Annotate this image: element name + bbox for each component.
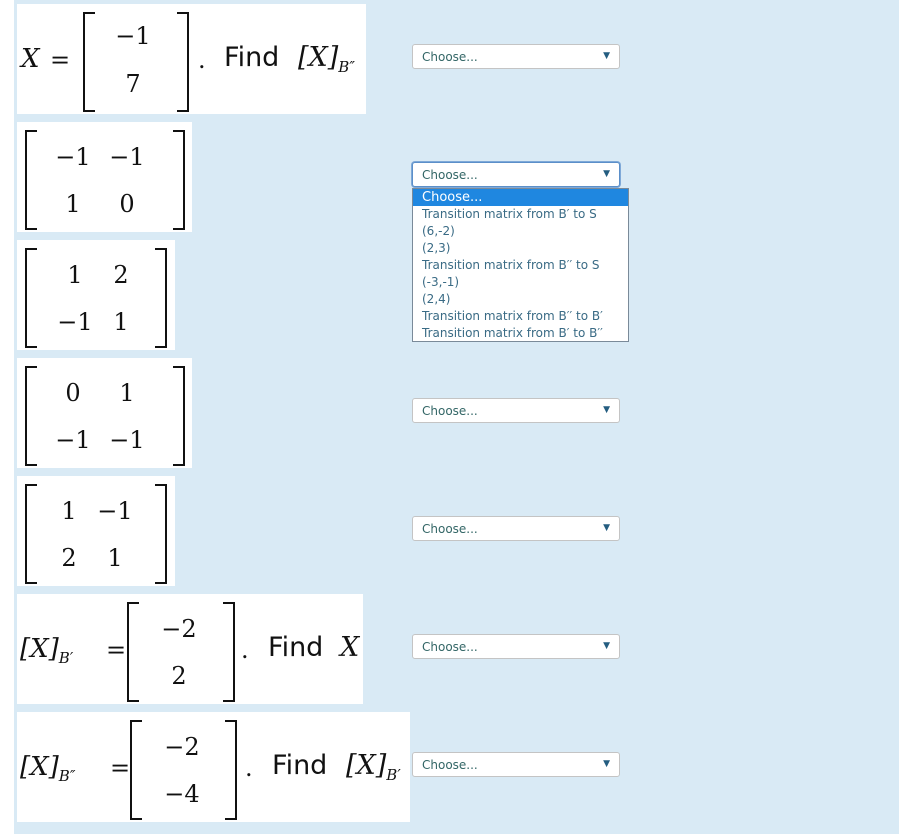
dropdown-option[interactable]: (2,3) [413, 240, 628, 257]
q4-select[interactable]: Choose... ▼ [412, 398, 620, 423]
question-1-image: X = −1 7 . Find [X]B″ [17, 4, 366, 114]
q4-left-bracket [25, 366, 37, 466]
q6-select[interactable]: Choose... ▼ [412, 634, 620, 659]
q5-cell-3: 1 [107, 544, 123, 572]
q4-cell-3: −1 [109, 426, 145, 454]
q7-find-label: Find [272, 750, 328, 781]
q2-right-bracket [173, 130, 185, 230]
q4-cell-2: −1 [55, 426, 91, 454]
q7-left-bracket [130, 720, 142, 820]
dropdown-option[interactable]: Transition matrix from B′′ to S [413, 257, 628, 274]
q4-cell-1: 1 [119, 379, 135, 407]
q6-left-bracket [127, 602, 139, 702]
q4-cell-0: 0 [65, 379, 81, 407]
caret-down-icon: ▼ [603, 641, 610, 651]
q6-cell-1: 2 [171, 662, 187, 690]
q5-right-bracket [155, 484, 167, 584]
q1-period: . [198, 46, 206, 74]
q3-cell-3: 1 [113, 308, 129, 336]
q2-cell-1: −1 [109, 143, 145, 171]
q1-cell-1: 7 [125, 70, 141, 98]
dropdown-option[interactable]: (6,-2) [413, 223, 628, 240]
q2-cell-3: 0 [119, 190, 135, 218]
q7-find-target: [X]B′ [346, 750, 401, 784]
dropdown-option[interactable]: Transition matrix from B′ to S [413, 206, 628, 223]
caret-down-icon: ▼ [603, 405, 610, 415]
question-7-image: [X]B″ = −2 −4 . Find [X]B′ [17, 712, 410, 822]
q2-select[interactable]: Choose... ▼ [412, 162, 620, 187]
question-5-image: 1 −1 2 1 [17, 476, 175, 586]
q6-find-target: X [340, 632, 360, 663]
q7-lhs: [X]B″ [20, 752, 76, 785]
q1-cell-0: −1 [115, 22, 151, 50]
q7-cell-1: −4 [164, 780, 200, 808]
q6-equals: = [106, 636, 127, 664]
q5-left-bracket [25, 484, 37, 584]
q7-equals: = [110, 754, 131, 782]
q6-right-bracket [223, 602, 235, 702]
q1-find-target: [X]B″ [298, 42, 355, 76]
caret-down-icon: ▼ [603, 759, 610, 769]
q5-cell-0: 1 [61, 497, 77, 525]
q5-cell-1: −1 [97, 497, 133, 525]
dropdown-option[interactable]: Transition matrix from B′′ to B′ [413, 308, 628, 325]
dropdown-option[interactable]: (-3,-1) [413, 274, 628, 291]
q1-left-bracket [83, 12, 95, 112]
question-4-image: 0 1 −1 −1 [17, 358, 192, 468]
question-2-image: −1 −1 1 0 [17, 122, 192, 232]
q2-left-bracket [25, 130, 37, 230]
q6-period: . [241, 636, 249, 664]
q1-lhs: X [21, 44, 40, 74]
q3-right-bracket [155, 248, 167, 348]
q1-right-bracket [177, 12, 189, 112]
q1-find-label: Find [224, 42, 280, 73]
question-3-image: 1 2 −1 1 [17, 240, 175, 350]
question-6-image: [X]B′ = −2 2 . Find X [17, 594, 363, 704]
q2-cell-2: 1 [65, 190, 81, 218]
caret-down-icon: ▼ [603, 169, 610, 179]
caret-down-icon: ▼ [603, 523, 610, 533]
q7-right-bracket [225, 720, 237, 820]
q4-right-bracket [173, 366, 185, 466]
q6-cell-0: −2 [161, 615, 197, 643]
dropdown-option[interactable]: Choose... [413, 189, 628, 206]
caret-down-icon: ▼ [603, 51, 610, 61]
q3-cell-1: 2 [113, 261, 129, 289]
q6-lhs: [X]B′ [20, 634, 74, 667]
q1-select[interactable]: Choose... ▼ [412, 44, 620, 69]
dropdown-option[interactable]: (2,4) [413, 291, 628, 308]
q3-left-bracket [25, 248, 37, 348]
dropdown-option[interactable]: Transition matrix from B′ to B′′ [413, 325, 628, 342]
q3-cell-2: −1 [57, 308, 93, 336]
q7-period: . [245, 754, 253, 782]
q5-select[interactable]: Choose... ▼ [412, 516, 620, 541]
q2-cell-0: −1 [55, 143, 91, 171]
q5-cell-2: 2 [61, 544, 77, 572]
q6-find-label: Find [268, 632, 324, 663]
q3-cell-0: 1 [67, 261, 83, 289]
q7-select[interactable]: Choose... ▼ [412, 752, 620, 777]
q1-equals: = [50, 46, 71, 74]
q2-dropdown-list: Choose... Transition matrix from B′ to S… [412, 188, 629, 342]
q7-cell-0: −2 [164, 733, 200, 761]
